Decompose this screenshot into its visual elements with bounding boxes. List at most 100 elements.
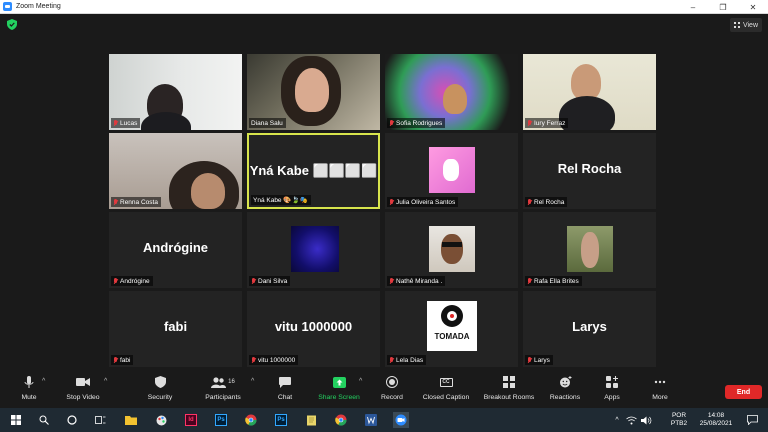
mic-muted-icon	[527, 277, 532, 285]
word-icon[interactable]	[363, 412, 379, 428]
participant-tile-nathe-miranda[interactable]: Nathê Miranda .	[385, 212, 518, 288]
paint-icon[interactable]	[153, 412, 169, 428]
photoshop-icon[interactable]: Ps	[213, 412, 229, 428]
gallery-view: Lucas Diana Salu Sofia Rodrigues Iury Fe…	[0, 36, 768, 372]
participant-tile-julia-oliveira-santos[interactable]: Julia Oliveira Santos	[385, 133, 518, 209]
participant-tile-fabi[interactable]: fabi fabi	[109, 291, 242, 367]
participant-name-label: Andrógine	[111, 276, 153, 286]
mic-muted-icon	[527, 198, 532, 206]
profile-picture	[429, 147, 475, 193]
participant-tile-lucas[interactable]: Lucas	[109, 54, 242, 130]
security-button[interactable]: Security	[144, 375, 176, 407]
end-meeting-button[interactable]: End	[725, 385, 762, 399]
participant-tile-sofia-rodrigues[interactable]: Sofia Rodrigues	[385, 54, 518, 130]
participants-button[interactable]: 16 Participants	[201, 375, 245, 407]
mic-muted-icon	[113, 277, 118, 285]
participant-tile-larys[interactable]: Larys Larys	[523, 291, 656, 367]
mic-muted-icon	[251, 277, 256, 285]
minimize-button[interactable]: –	[678, 0, 708, 14]
mic-muted-icon	[251, 356, 256, 364]
participant-tile-vitu[interactable]: vitu 1000000 vitu 1000000	[247, 291, 380, 367]
video-camera-icon	[74, 375, 92, 389]
participant-name-label: Diana Salu	[249, 118, 286, 128]
participant-name-label: vitu 1000000	[249, 355, 299, 365]
participant-tile-renna-costa[interactable]: Renna Costa	[109, 133, 242, 209]
participant-tile-rel-rocha[interactable]: Rel Rocha Rel Rocha	[523, 133, 656, 209]
notes-icon[interactable]	[303, 412, 319, 428]
record-button[interactable]: Record	[378, 375, 406, 407]
breakout-rooms-button[interactable]: Breakout Rooms	[479, 375, 539, 407]
smiley-plus-icon	[556, 375, 574, 389]
participant-tile-androgine[interactable]: Andrógine Andrógine	[109, 212, 242, 288]
more-dots-icon	[651, 375, 669, 389]
search-icon[interactable]	[36, 412, 52, 428]
closed-caption-icon: CC	[437, 375, 455, 389]
view-button[interactable]: View	[729, 18, 762, 32]
photoshop-icon-2[interactable]: Ps	[273, 412, 289, 428]
participant-display-name: Yná Kabe ⬜⬜⬜⬜	[249, 163, 378, 178]
participant-video-figure	[571, 64, 601, 100]
more-button[interactable]: More	[648, 375, 672, 407]
encryption-shield-icon[interactable]	[7, 19, 17, 30]
participant-tile-lela-dias[interactable]: TOMADA Lela Dias	[385, 291, 518, 367]
participant-name-label: Lucas	[111, 118, 141, 128]
participant-name-label: Lela Dias	[387, 355, 427, 365]
mic-muted-icon	[113, 356, 118, 364]
profile-picture	[567, 226, 613, 272]
mic-muted-icon	[527, 119, 532, 127]
participant-name-label: Julia Oliveira Santos	[387, 197, 459, 207]
security-shield-icon	[151, 375, 169, 389]
meeting-toolbar: Mute ^ Stop Video ^ Security 16 Particip…	[0, 372, 768, 408]
cortana-icon[interactable]	[64, 412, 80, 428]
windows-start-icon[interactable]	[8, 412, 24, 428]
apps-icon	[603, 375, 621, 389]
file-explorer-icon[interactable]	[123, 412, 139, 428]
share-screen-button[interactable]: Share Screen	[316, 375, 362, 407]
meeting-topbar: View	[0, 14, 768, 36]
wifi-icon[interactable]	[625, 412, 637, 428]
tomada-logo-icon	[441, 305, 463, 327]
closed-caption-button[interactable]: CC Closed Caption	[419, 375, 473, 407]
participant-tile-yna-kabe[interactable]: Yná Kabe ⬜⬜⬜⬜ Yná Kabe 🎨🍃🎭	[247, 133, 380, 209]
window-controls: – ❐ ✕	[678, 0, 768, 14]
mic-muted-icon	[389, 119, 394, 127]
video-options-caret-icon[interactable]: ^	[104, 378, 107, 385]
maximize-button[interactable]: ❐	[708, 0, 738, 14]
chrome-icon[interactable]	[243, 412, 259, 428]
input-language-indicator[interactable]: POR PTB2	[665, 408, 693, 432]
grid-icon	[733, 22, 740, 28]
participant-display-name: Andrógine	[143, 240, 208, 255]
participant-tile-rafa-ella-brites[interactable]: Rafa Ella Brites	[523, 212, 656, 288]
mic-muted-icon	[113, 119, 118, 127]
mic-muted-icon	[527, 356, 532, 364]
show-hidden-icons-icon[interactable]: ^	[612, 412, 622, 428]
logo-text: TOMADA	[434, 332, 470, 341]
participant-tile-dani-silva[interactable]: Dani Silva	[247, 212, 380, 288]
participant-display-name: Rel Rocha	[557, 161, 622, 176]
notifications-icon[interactable]	[744, 412, 760, 428]
view-label: View	[742, 21, 758, 29]
microphone-icon	[20, 375, 38, 389]
participants-options-caret-icon[interactable]: ^	[251, 378, 254, 385]
zoom-taskbar-icon[interactable]	[393, 412, 409, 428]
indesign-icon[interactable]: Id	[183, 412, 199, 428]
share-options-caret-icon[interactable]: ^	[359, 378, 362, 385]
participant-name-label: Yná Kabe 🎨🍃🎭	[251, 195, 311, 205]
chat-button[interactable]: Chat	[273, 375, 297, 407]
clock[interactable]: 14:08 25/08/2021	[696, 408, 736, 432]
participant-name-label: Dani Silva	[249, 276, 291, 286]
volume-icon[interactable]	[640, 412, 652, 428]
participants-count: 16	[228, 379, 235, 385]
participant-tile-diana-salu[interactable]: Diana Salu	[247, 54, 380, 130]
mute-options-caret-icon[interactable]: ^	[42, 378, 45, 385]
reactions-button[interactable]: Reactions	[547, 375, 583, 407]
mute-button[interactable]: Mute	[17, 375, 41, 407]
apps-button[interactable]: Apps	[600, 375, 624, 407]
profile-picture	[429, 226, 475, 272]
task-view-icon[interactable]	[92, 412, 108, 428]
chrome-icon-2[interactable]	[333, 412, 349, 428]
close-button[interactable]: ✕	[738, 0, 768, 14]
stop-video-button[interactable]: Stop Video	[63, 375, 103, 407]
record-icon	[383, 375, 401, 389]
participant-tile-iury-ferraz[interactable]: Iury Ferraz	[523, 54, 656, 130]
